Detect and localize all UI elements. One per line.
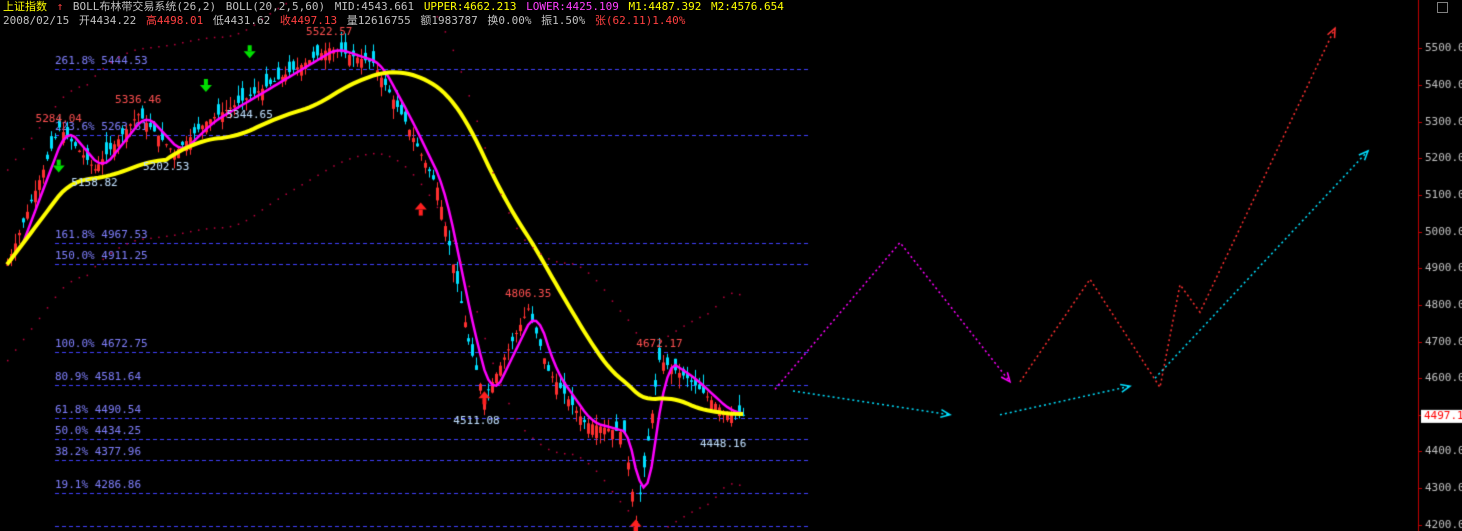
ohlc-header: 2008/02/15 开4434.22 高4498.01 低4431.62 收4… [3, 14, 688, 27]
boll-mid: MID:4543.661 [334, 0, 415, 13]
amplitude-value: 振1.50% [541, 14, 586, 27]
boll-params: BOLL(20,2,5,60) [225, 0, 326, 13]
close-value: 收4497.13 [279, 14, 338, 27]
indicator-header: 上证指数 ↑ BOLL布林带交易系统(26,2) BOLL(20,2,5,60)… [3, 0, 787, 13]
boll-m2: M2:4576.654 [710, 0, 784, 13]
boll-m1: M1:4487.392 [628, 0, 702, 13]
turnover-value: 换0.00% [487, 14, 532, 27]
open-value: 开4434.22 [78, 14, 137, 27]
change-value: 张(62.11)1.40% [594, 14, 686, 27]
indicator-name[interactable]: BOLL布林带交易系统(26,2) [73, 0, 216, 13]
high-value: 高4498.01 [145, 14, 204, 27]
volume-value: 量12616755 [346, 14, 411, 27]
boll-lower: LOWER:4425.109 [526, 0, 619, 13]
price-chart-canvas[interactable] [0, 0, 1462, 531]
up-arrow-icon: ↑ [56, 0, 64, 13]
bar-date: 2008/02/15 [3, 14, 70, 27]
low-value: 低4431.62 [212, 14, 271, 27]
boll-upper: UPPER:4662.213 [423, 0, 517, 13]
index-name: 上证指数 [3, 0, 47, 13]
amount-value: 额1983787 [420, 14, 478, 27]
window-close-button[interactable] [1437, 2, 1448, 13]
